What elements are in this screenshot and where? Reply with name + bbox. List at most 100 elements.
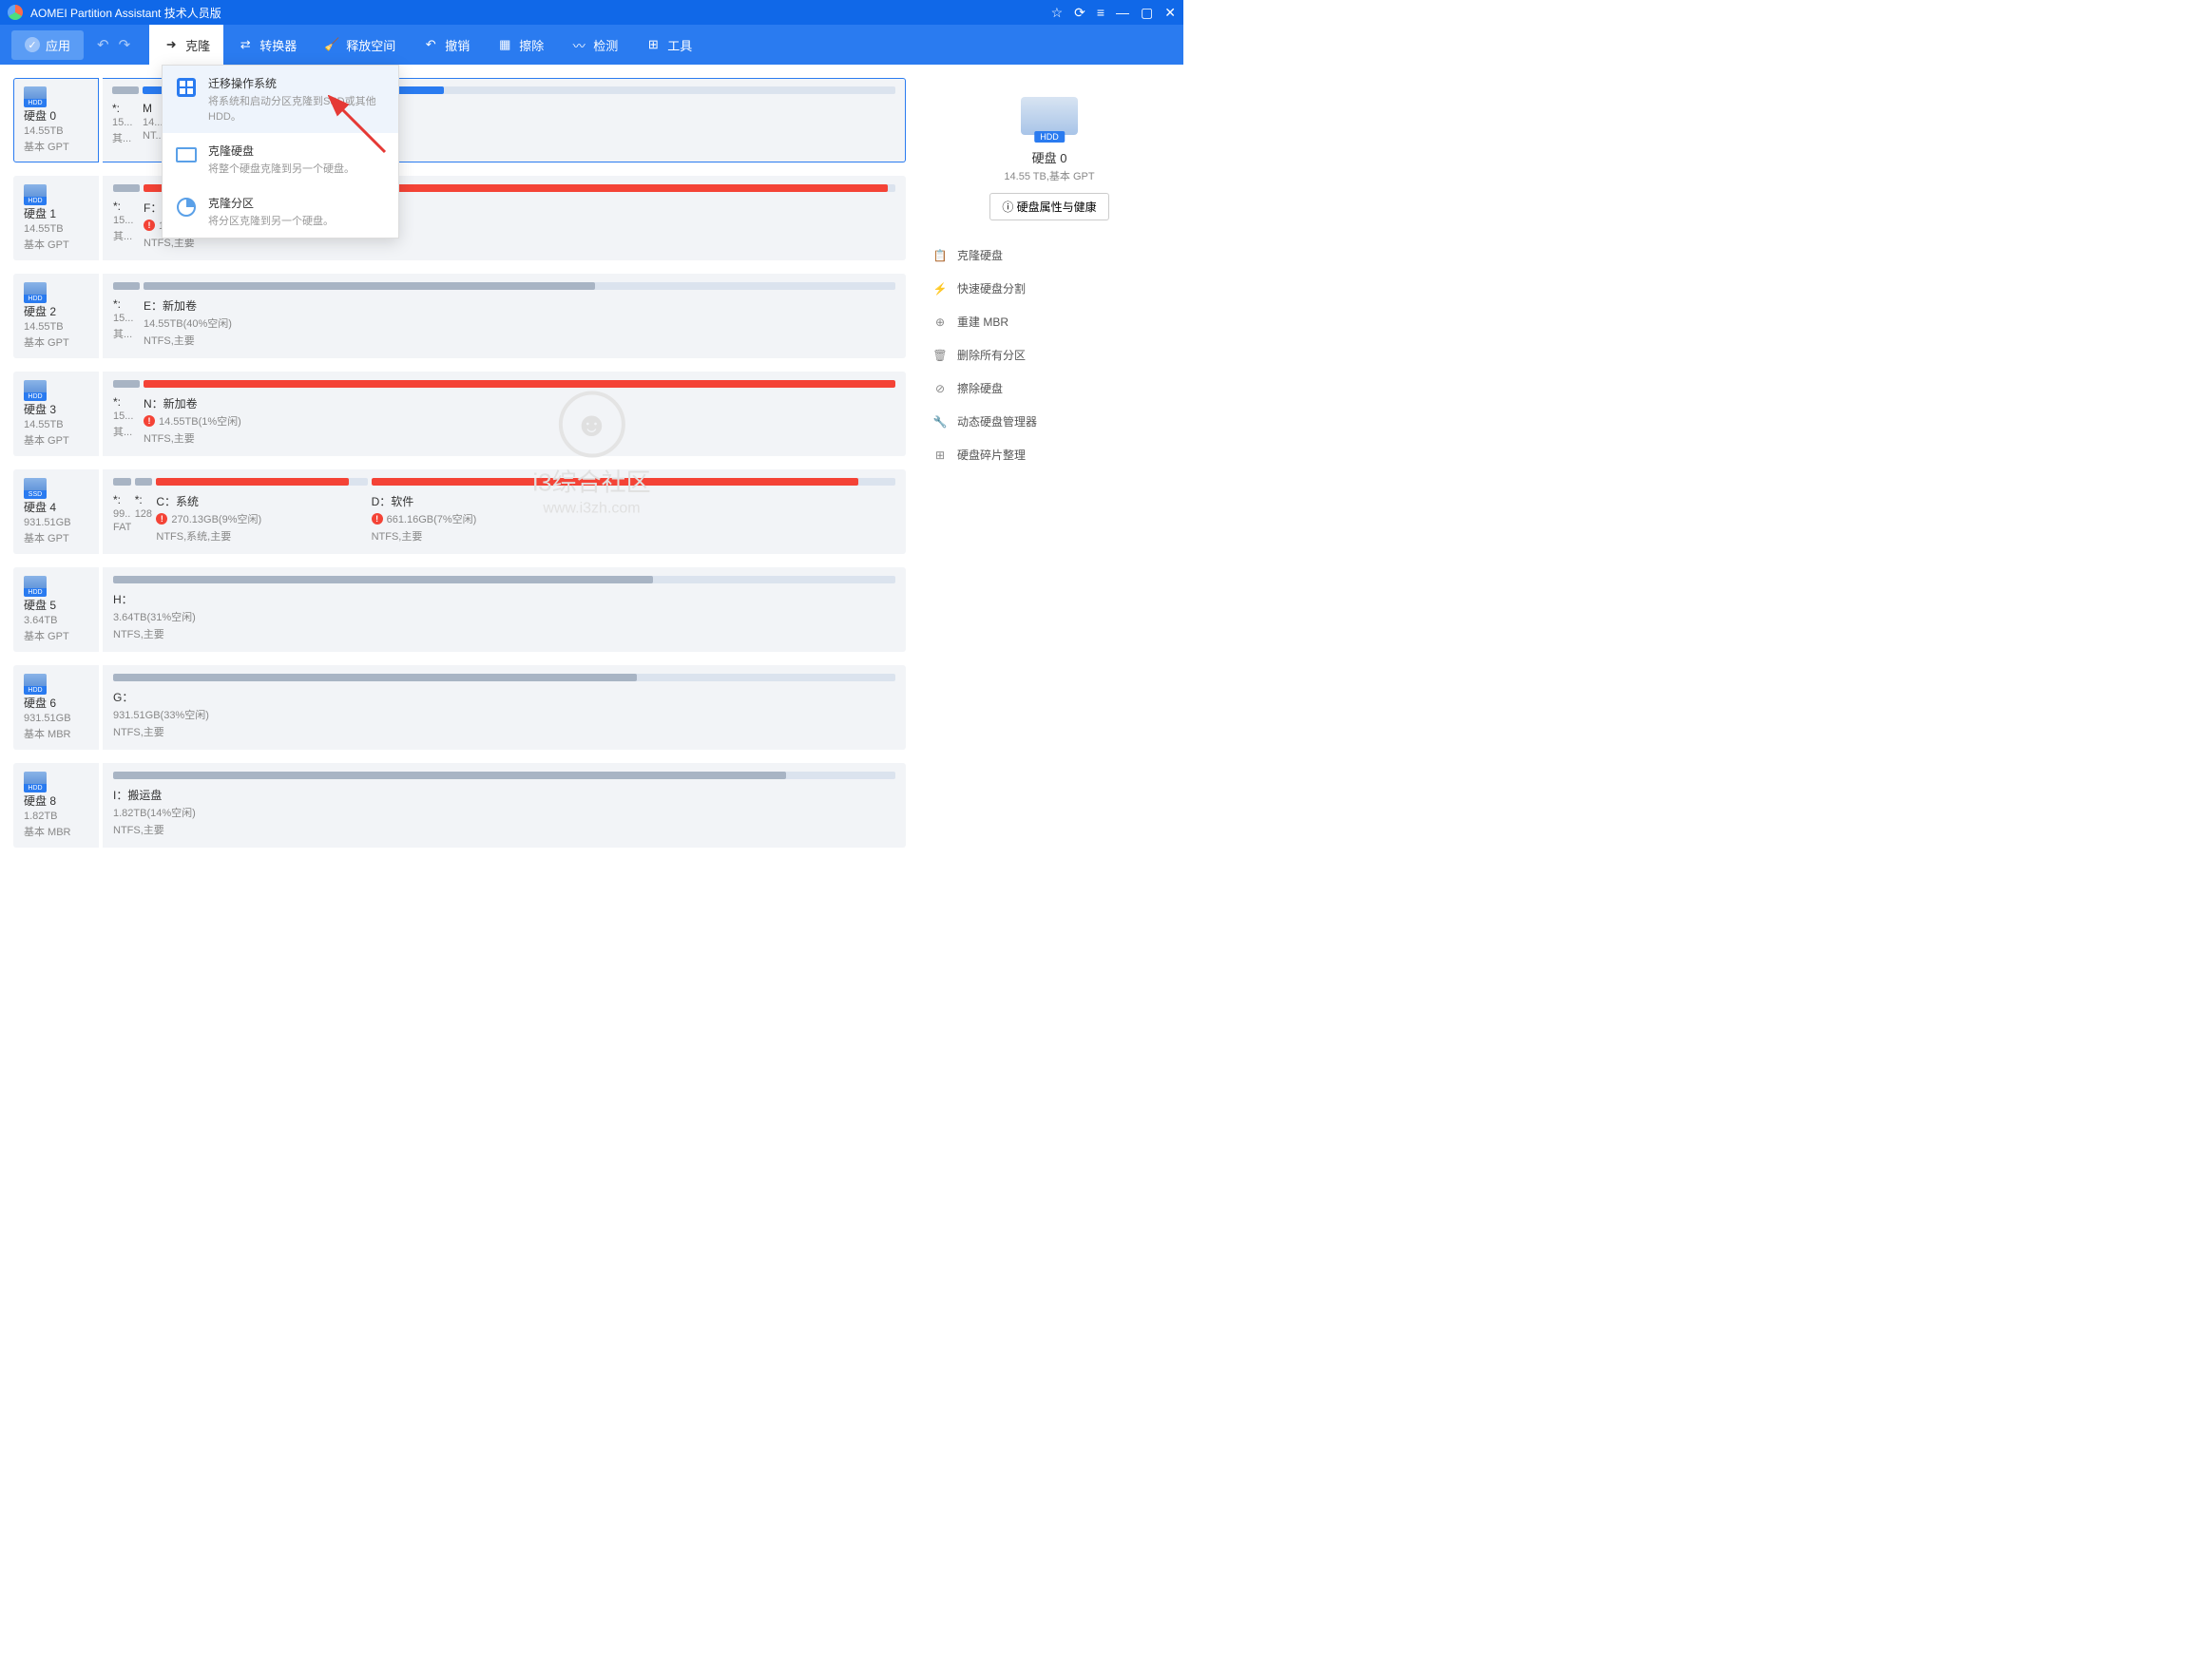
disk-name: 硬盘 8: [24, 792, 88, 809]
partition-block[interactable]: E：新加卷 14.55TB(40%空闲) NTFS,主要: [144, 282, 895, 350]
toolbar-tab-undo[interactable]: ↶撤销: [409, 25, 483, 65]
check-icon: ✓: [25, 37, 40, 52]
disk-info-card: 硬盘 0 14.55TB 基本 GPT: [13, 78, 99, 162]
redo-icon[interactable]: ↷: [119, 36, 131, 53]
partition-small[interactable]: *: 15... 其...: [113, 184, 140, 252]
refresh-icon[interactable]: ⟳: [1074, 5, 1085, 21]
part-size: !14.55TB(1%空闲): [144, 413, 895, 429]
disk-name: 硬盘 3: [24, 401, 88, 417]
part-label: H：: [113, 591, 895, 607]
disk-icon: [24, 86, 47, 102]
disk-size: 14.55TB: [24, 321, 88, 333]
part-label: G：: [113, 689, 895, 705]
disk-partitions: I：搬运盘 1.82TB(14%空闲) NTFS,主要: [103, 763, 906, 848]
disk-info-card: 硬盘 5 3.64TB 基本 GPT: [13, 567, 99, 652]
disk-row[interactable]: 硬盘 6 931.51GB 基本 MBR G： 931.51GB(33%空闲) …: [13, 665, 906, 750]
dropdown-title: 迁移操作系统: [208, 75, 387, 91]
side-disk-info: 14.55 TB,基本 GPT: [929, 168, 1170, 183]
toolbar-tab-clone[interactable]: ➜克隆: [149, 25, 223, 65]
disk-icon: [24, 674, 47, 689]
partition-small[interactable]: *: 128...: [135, 478, 153, 545]
disk-row[interactable]: 硬盘 0 14.55TB 基本 GPT *: 15... 其... M 14..…: [13, 78, 906, 162]
side-action[interactable]: ⊞硬盘碎片整理: [929, 439, 1170, 470]
dropdown-icon: [174, 195, 199, 220]
disk-name: 硬盘 4: [24, 499, 88, 515]
toolbar-tab-wipe[interactable]: ▦擦除: [483, 25, 557, 65]
partition-block[interactable]: C：系统 !270.13GB(9%空闲) NTFS,系统,主要: [156, 478, 367, 545]
part-size: 15...: [113, 215, 140, 226]
disk-list-panel: 硬盘 0 14.55TB 基本 GPT *: 15... 其... M 14..…: [0, 65, 915, 908]
part-fs: NTFS,主要: [144, 333, 895, 348]
part-fs: 其...: [113, 228, 140, 243]
minimize-icon[interactable]: —: [1116, 5, 1129, 20]
undo-icon: ↶: [422, 36, 439, 53]
titlebar: AOMEI Partition Assistant 技术人员版 ☆ ⟳ ≡ — …: [0, 0, 1183, 25]
disk-type: 基本 GPT: [24, 334, 88, 350]
partition-small[interactable]: *: 15... 其...: [113, 380, 140, 448]
dropdown-item-1[interactable]: 克隆硬盘将整个硬盘克隆到另一个硬盘。: [163, 133, 398, 185]
disk-type: 基本 MBR: [24, 726, 88, 741]
partition-block[interactable]: G： 931.51GB(33%空闲) NTFS,主要: [113, 674, 895, 741]
disk-health-button[interactable]: ⓘ 硬盘属性与健康: [989, 193, 1108, 220]
dropdown-item-2[interactable]: 克隆分区将分区克隆到另一个硬盘。: [163, 185, 398, 238]
action-icon: 🗑: [932, 348, 948, 363]
close-icon[interactable]: ✕: [1164, 5, 1176, 21]
side-action[interactable]: ⊘擦除硬盘: [929, 372, 1170, 404]
action-icon: ⊞: [932, 448, 948, 463]
partition-block[interactable]: N：新加卷 !14.55TB(1%空闲) NTFS,主要: [144, 380, 895, 448]
side-action[interactable]: 📋克隆硬盘: [929, 239, 1170, 271]
part-size: 15...: [113, 313, 140, 324]
maximize-icon[interactable]: ▢: [1141, 5, 1153, 21]
disk-size: 3.64TB: [24, 615, 88, 626]
undo-icon[interactable]: ↶: [97, 36, 109, 53]
disk-name: 硬盘 2: [24, 303, 88, 319]
side-action[interactable]: 🗑删除所有分区: [929, 339, 1170, 371]
partition-block[interactable]: D：软件 !661.16GB(7%空闲) NTFS,主要: [372, 478, 895, 545]
toolbar-tab-convert[interactable]: ⇄转换器: [223, 25, 310, 65]
partition-small[interactable]: *: 15... 其...: [112, 86, 139, 154]
partition-block[interactable]: H： 3.64TB(31%空闲) NTFS,主要: [113, 576, 895, 643]
disk-row[interactable]: 硬盘 5 3.64TB 基本 GPT H： 3.64TB(31%空闲) NTFS…: [13, 567, 906, 652]
disk-name: 硬盘 0: [24, 107, 88, 124]
disk-size: 931.51GB: [24, 517, 88, 528]
side-action[interactable]: ⊕重建 MBR: [929, 306, 1170, 337]
star-icon[interactable]: ☆: [1051, 5, 1064, 21]
part-size: 3.64TB(31%空闲): [113, 609, 895, 624]
part-fs: NTFS,主要: [113, 626, 895, 641]
disk-icon: [24, 478, 47, 493]
disk-info-card: 硬盘 4 931.51GB 基本 GPT: [13, 469, 99, 554]
toolbar-tab-check[interactable]: 〰检测: [557, 25, 631, 65]
warning-icon: !: [144, 415, 155, 427]
disk-row[interactable]: 硬盘 1 14.55TB 基本 GPT *: 15... 其... F：新加卷 …: [13, 176, 906, 260]
part-label: N：新加卷: [144, 395, 895, 411]
side-action[interactable]: 🔧动态硬盘管理器: [929, 406, 1170, 437]
check-icon: 〰: [570, 36, 587, 53]
part-letter: *:: [112, 102, 139, 115]
partition-small[interactable]: *: 99... FAT...: [113, 478, 131, 545]
toolbar-tab-tools[interactable]: ⊞工具: [631, 25, 705, 65]
disk-row[interactable]: 硬盘 3 14.55TB 基本 GPT *: 15... 其... N：新加卷 …: [13, 372, 906, 456]
free-icon: 🧹: [323, 36, 340, 53]
apply-button[interactable]: ✓ 应用: [11, 30, 84, 60]
toolbar-tab-free[interactable]: 🧹释放空间: [310, 25, 409, 65]
window-controls: ☆ ⟳ ≡ — ▢ ✕: [1051, 5, 1176, 21]
part-fs: 其...: [113, 326, 140, 341]
disk-row[interactable]: 硬盘 8 1.82TB 基本 MBR I：搬运盘 1.82TB(14%空闲) N…: [13, 763, 906, 848]
convert-icon: ⇄: [237, 36, 254, 53]
side-action[interactable]: ⚡快速硬盘分割: [929, 273, 1170, 304]
disk-row[interactable]: 硬盘 4 931.51GB 基本 GPT *: 99... FAT... *: …: [13, 469, 906, 554]
menu-icon[interactable]: ≡: [1097, 5, 1104, 20]
disk-icon: [24, 576, 47, 591]
dropdown-desc: 将整个硬盘克隆到另一个硬盘。: [208, 161, 387, 176]
dropdown-icon: [174, 75, 199, 100]
warning-icon: !: [156, 513, 167, 525]
disk-row[interactable]: 硬盘 2 14.55TB 基本 GPT *: 15... 其... E：新加卷 …: [13, 274, 906, 358]
wipe-icon: ▦: [496, 36, 513, 53]
dropdown-item-0[interactable]: 迁移操作系统将系统和启动分区克隆到SSD或其他HDD。: [163, 66, 398, 133]
disk-type: 基本 GPT: [24, 628, 88, 643]
partition-small[interactable]: *: 15... 其...: [113, 282, 140, 350]
part-size: 1.82TB(14%空闲): [113, 805, 895, 820]
tools-icon: ⊞: [644, 36, 662, 53]
part-fs: NTFS,主要: [144, 430, 895, 446]
partition-block[interactable]: I：搬运盘 1.82TB(14%空闲) NTFS,主要: [113, 772, 895, 839]
